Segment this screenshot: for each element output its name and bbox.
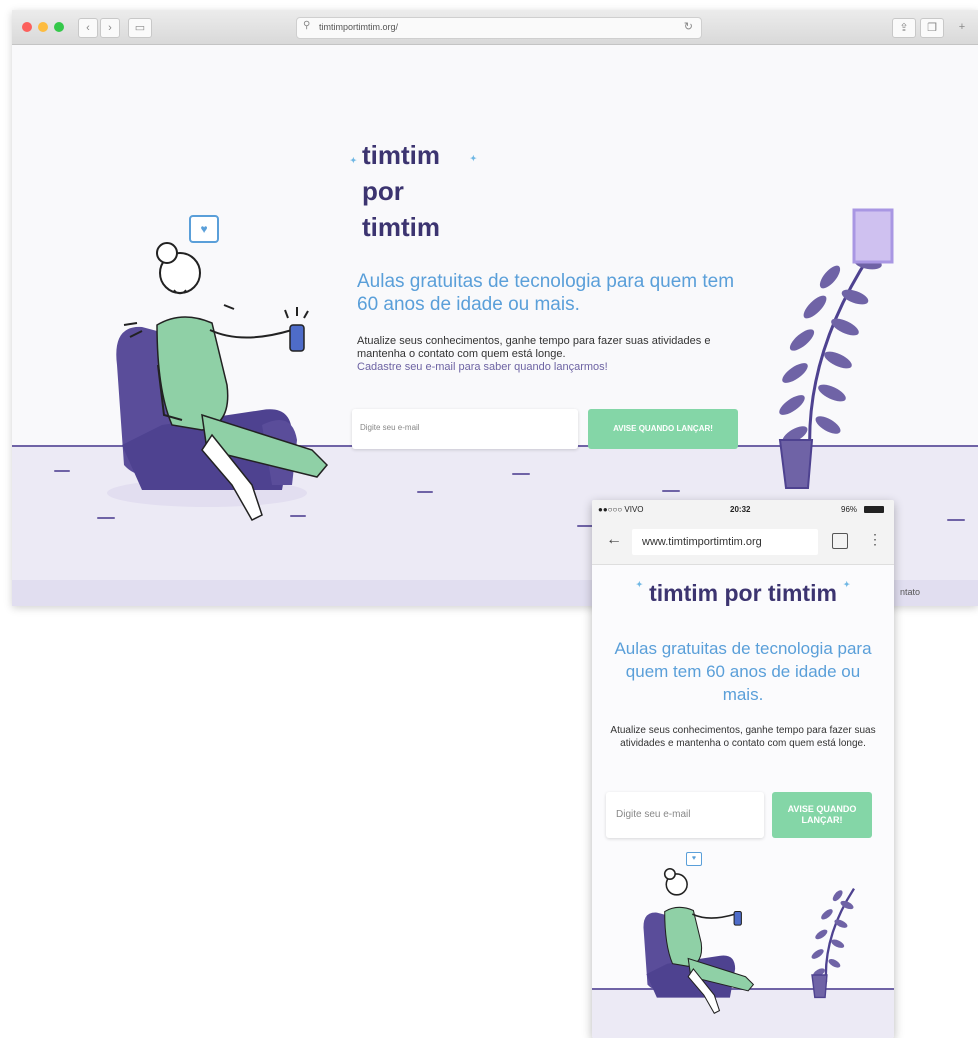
browser-toolbar: ‹ › ▭ ⚲ timtimportimtim.org/ ↻ ⇪ ❐ + [12, 10, 978, 45]
sidebar-icon: ▭ [134, 22, 146, 34]
tabs-button[interactable]: ❐ [920, 18, 944, 38]
site-logo: ✦ timtim por timtim ✦ [350, 137, 477, 245]
forward-button[interactable]: › [100, 18, 120, 38]
heart-bubble-icon: ♥ [189, 215, 219, 243]
status-bar: ●●○○○ VIVO 20:32 96% [592, 500, 894, 520]
chevron-right-icon: › [108, 22, 112, 34]
battery-icon [864, 506, 884, 513]
mobile-email-field[interactable]: Digite seu e-mail [606, 792, 764, 838]
chevron-left-icon: ‹ [86, 22, 90, 34]
mobile-browser-window: ●●○○○ VIVO 20:32 96% ← www.timtimportimt… [592, 500, 894, 1038]
headline: Aulas gratuitas de tecnologia para quem … [357, 271, 735, 315]
mobile-heart-bubble-icon: ♥ [686, 852, 702, 866]
address-bar-url: timtimportimtim.org/ [319, 22, 399, 32]
mobile-logo-text: timtim por timtim [649, 580, 837, 606]
sparkle-icon: ✦ [350, 156, 357, 165]
sparkle-icon: ✦ [635, 580, 643, 589]
status-time: 20:32 [730, 505, 751, 514]
back-arrow-icon[interactable]: ← [606, 531, 622, 549]
mobile-toolbar: ← www.timtimportimtim.org ⋮ [592, 520, 894, 565]
zoom-window-button[interactable] [54, 22, 64, 32]
floor-mark [662, 490, 680, 492]
sparkle-icon: ✦ [843, 580, 851, 589]
plus-icon: + [958, 21, 966, 33]
email-field[interactable]: Digite seu e-mail [352, 409, 578, 449]
floor-mark [54, 470, 70, 472]
back-button[interactable]: ‹ [78, 18, 98, 38]
tabs-icon[interactable] [832, 533, 848, 549]
mobile-email-placeholder: Digite seu e-mail [616, 809, 691, 820]
carrier-label: ●●○○○ VIVO [598, 505, 644, 514]
sidebar-button[interactable]: ▭ [128, 18, 152, 38]
mobile-notify-button[interactable]: AVISE QUANDO LANÇAR! [772, 792, 872, 838]
email-placeholder: Digite seu e-mail [360, 423, 420, 432]
mobile-notify-label: AVISE QUANDO LANÇAR! [787, 804, 857, 825]
share-icon: ⇪ [899, 22, 909, 34]
mobile-plant-illustration [811, 888, 855, 999]
woman-armchair-illustration [107, 242, 329, 521]
mobile-description: Atualize seus conhecimentos, ganhe tempo… [610, 725, 876, 749]
mobile-logo: ✦ timtim por timtim ✦ [592, 580, 894, 607]
floor-mark [512, 473, 530, 475]
more-menu-icon[interactable]: ⋮ [868, 531, 882, 548]
sparkle-icon: ✦ [470, 154, 477, 163]
battery-percent: 96% [841, 505, 858, 514]
close-window-button[interactable] [22, 22, 32, 32]
minimize-window-button[interactable] [38, 22, 48, 32]
description: Atualize seus conhecimentos, ganhe tempo… [357, 335, 711, 360]
notify-button[interactable]: AVISE QUANDO LANÇAR! [588, 409, 738, 449]
address-bar[interactable]: ⚲ timtimportimtim.org/ ↻ [296, 17, 702, 39]
mobile-address-bar[interactable]: www.timtimportimtim.org [632, 529, 818, 555]
tabs-icon: ❐ [927, 22, 937, 34]
plant-illustration [778, 208, 894, 489]
mobile-headline: Aulas gratuitas de tecnologia para quem … [614, 639, 872, 704]
logo-line: timtim [362, 212, 440, 242]
footer-link[interactable]: ntato [900, 587, 920, 597]
logo-line: por [362, 176, 404, 206]
reload-icon[interactable]: ↻ [684, 20, 693, 33]
new-tab-button[interactable]: + [952, 18, 972, 36]
floor-mark [947, 519, 965, 521]
floor-mark [577, 525, 593, 527]
mobile-woman-illustration [643, 867, 755, 1014]
share-button[interactable]: ⇪ [892, 18, 916, 38]
logo-line: timtim [362, 140, 440, 170]
mobile-url: www.timtimportimtim.org [642, 536, 762, 548]
signup-prompt: Cadastre seu e-mail para saber quando la… [357, 361, 608, 373]
search-icon: ⚲ [303, 20, 311, 31]
floor-mark [417, 491, 433, 493]
